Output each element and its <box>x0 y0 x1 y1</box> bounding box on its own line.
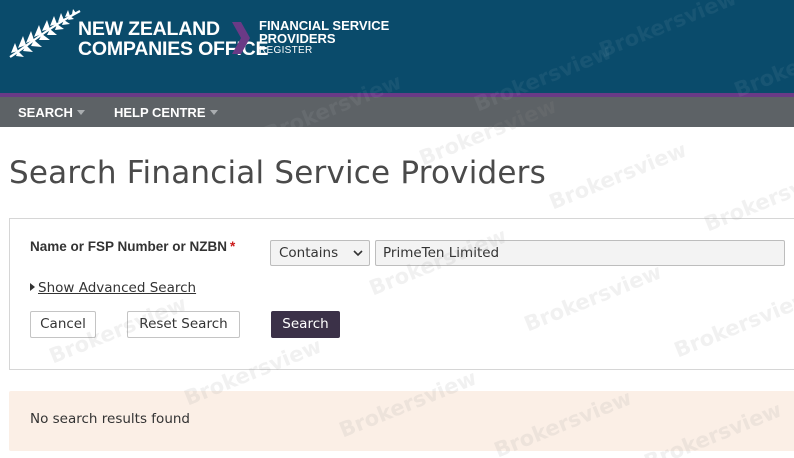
search-button[interactable]: Search <box>271 311 340 338</box>
register-line-3: REGISTER <box>259 45 313 56</box>
show-advanced-search-link[interactable]: Show Advanced Search <box>30 280 196 296</box>
nav-item-help-centre[interactable]: HELP CENTRE <box>114 97 218 127</box>
chevron-down-icon <box>76 110 85 115</box>
silver-fern-logo-icon <box>9 9 81 58</box>
advanced-search-label: Show Advanced Search <box>38 280 197 296</box>
nav-item-label: SEARCH <box>18 105 73 120</box>
site-header: NEW ZEALAND COMPANIES OFFICE FINANCIAL S… <box>0 0 794 93</box>
reset-search-button[interactable]: Reset Search <box>127 311 240 338</box>
query-field-label-text: Name or FSP Number or NZBN <box>30 239 228 254</box>
required-marker: * <box>230 239 236 254</box>
register-line-2: PROVIDERS <box>259 30 336 46</box>
match-type-value: Contains <box>279 245 339 261</box>
register-title: FINANCIAL SERVICE PROVIDERS REGISTER <box>259 19 389 57</box>
match-type-select[interactable]: Contains <box>270 240 370 266</box>
search-input[interactable] <box>375 240 785 266</box>
no-results-message: No search results found <box>30 411 190 427</box>
chevron-down-icon <box>209 110 218 115</box>
page-title: Search Financial Service Providers <box>9 155 546 191</box>
cancel-button[interactable]: Cancel <box>30 311 96 338</box>
caret-right-icon <box>30 283 35 291</box>
nav-item-search[interactable]: SEARCH <box>18 97 85 127</box>
main-nav: SEARCH HELP CENTRE <box>0 97 794 127</box>
watermark: Brokersview <box>545 137 691 215</box>
chevron-down-icon <box>353 250 363 257</box>
nav-item-label: HELP CENTRE <box>114 105 206 120</box>
chevron-right-icon <box>232 22 250 54</box>
query-field-label: Name or FSP Number or NZBN * <box>30 239 235 254</box>
